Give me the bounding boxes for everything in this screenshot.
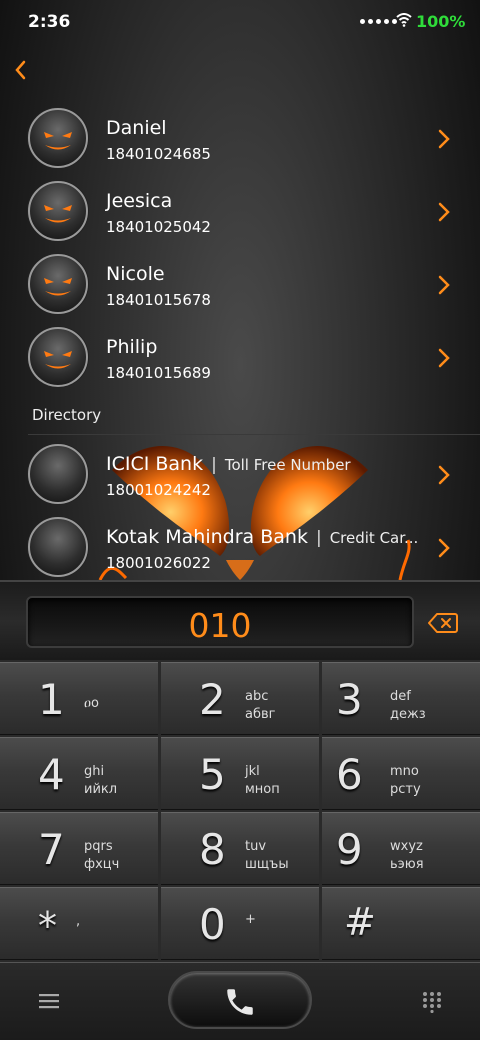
key-0[interactable]: 0 + <box>161 887 319 960</box>
chevron-right-icon[interactable] <box>436 536 452 560</box>
key-8[interactable]: 8 tuv шщъы <box>161 812 319 885</box>
chevron-right-icon[interactable] <box>436 273 452 297</box>
call-button[interactable] <box>168 971 312 1029</box>
key-letters-cyrillic: ьэюя <box>390 857 424 872</box>
status-bar: 2:36 100% <box>0 0 480 44</box>
chevron-right-icon[interactable] <box>436 127 452 151</box>
separator: | <box>211 455 217 475</box>
chevron-right-icon[interactable] <box>436 346 452 370</box>
key-letters: pqrs <box>84 839 113 854</box>
key-digit: 0 <box>199 900 226 949</box>
separator: | <box>315 528 322 548</box>
contact-number: 18401024685 <box>106 145 211 163</box>
chevron-left-icon[interactable] <box>10 56 30 84</box>
avatar <box>28 254 88 314</box>
chevron-right-icon[interactable] <box>436 200 452 224</box>
key-letters: ghi <box>84 764 105 779</box>
dialed-number: 010 <box>188 606 252 645</box>
business-name: ICICI Bank <box>106 453 204 475</box>
key-letters: wxyz <box>390 839 423 854</box>
menu-icon[interactable] <box>38 992 60 1010</box>
key-letters-cyrillic: фхцч <box>84 857 120 872</box>
key-digit: # <box>344 900 376 944</box>
contact-number: 18401025042 <box>106 218 211 236</box>
contact-row[interactable]: Nicole 18401015678 <box>0 246 480 318</box>
directory-entry-title: Kotak Mahindra Bank | Credit Car... <box>106 526 418 548</box>
key-digit: 8 <box>199 825 226 874</box>
dialpad: 1 ዐo 2 abc абвг 3 def дежз 4 ghi ийкл 5 … <box>0 660 480 962</box>
avatar <box>28 517 88 577</box>
key-9[interactable]: 9 wxyz ьэюя <box>322 812 480 885</box>
key-hash[interactable]: # <box>322 887 480 960</box>
key-letters-cyrillic: мноп <box>245 782 280 797</box>
directory-row[interactable]: Kotak Mahindra Bank | Credit Car... 180010… <box>0 509 480 580</box>
dialpad-icon[interactable] <box>421 991 443 1013</box>
bottom-action-bar <box>0 962 480 1040</box>
business-tag: Toll Free Number <box>224 456 351 474</box>
contact-number: 18401015678 <box>106 291 211 309</box>
divider <box>28 434 480 435</box>
contact-name: Philip <box>106 336 158 358</box>
business-tag: Credit Car... <box>329 529 419 547</box>
key-digit: 9 <box>336 825 363 874</box>
key-7[interactable]: 7 pqrs фхцч <box>0 812 158 885</box>
key-6[interactable]: 6 mno рсту <box>322 737 480 810</box>
dial-input-bar: 010 <box>0 580 480 660</box>
key-digit: 5 <box>199 750 226 799</box>
key-letters: def <box>390 689 411 704</box>
key-3[interactable]: 3 def дежз <box>322 662 480 735</box>
contact-name: Daniel <box>106 117 167 139</box>
key-letters: jkl <box>245 764 260 779</box>
business-number: 18001024242 <box>106 481 211 499</box>
contact-name: Jeesica <box>106 190 173 212</box>
key-digit: 6 <box>336 750 363 799</box>
directory-row[interactable]: ICICI Bank | Toll Free Number 18001024242 <box>0 436 480 508</box>
key-letters: tuv <box>245 839 267 854</box>
key-1[interactable]: 1 ዐo <box>0 662 158 735</box>
key-4[interactable]: 4 ghi ийкл <box>0 737 158 810</box>
key-5[interactable]: 5 jkl мноп <box>161 737 319 810</box>
business-name: Kotak Mahindra Bank <box>106 526 308 548</box>
directory-entry-title: ICICI Bank | Toll Free Number <box>106 453 351 475</box>
wifi-icon <box>396 13 412 27</box>
chevron-right-icon[interactable] <box>436 463 452 487</box>
contact-row[interactable]: Jeesica 18401025042 <box>0 173 480 245</box>
avatar <box>28 181 88 241</box>
key-digit: 4 <box>38 750 65 799</box>
key-letters: , <box>76 914 81 929</box>
contact-row[interactable]: Philip 18401015689 <box>0 319 480 391</box>
contact-list: Daniel 18401024685 Jeesica 18401025042 N… <box>0 100 480 580</box>
directory-header: Directory <box>32 406 102 424</box>
contact-row[interactable]: Daniel 18401024685 <box>0 100 480 172</box>
key-letters: + <box>245 912 256 927</box>
signal-icon <box>360 19 397 24</box>
backspace-icon[interactable] <box>428 612 458 634</box>
key-letters-cyrillic: ийкл <box>84 782 118 797</box>
key-letters-cyrillic: дежз <box>390 707 426 722</box>
contact-number: 18401015689 <box>106 364 211 382</box>
avatar <box>28 327 88 387</box>
dialed-number-field[interactable]: 010 <box>26 596 414 648</box>
contact-name: Nicole <box>106 263 165 285</box>
business-number: 18001026022 <box>106 554 211 572</box>
battery-level: 100% <box>416 12 466 31</box>
avatar <box>28 108 88 168</box>
key-digit: 1 <box>38 675 65 724</box>
key-star[interactable]: * , <box>0 887 158 960</box>
key-letters-cyrillic: рсту <box>390 782 421 797</box>
key-letters: ዐo <box>84 696 99 711</box>
status-time: 2:36 <box>28 12 71 32</box>
key-letters-cyrillic: абвг <box>245 707 276 722</box>
key-letters-cyrillic: шщъы <box>245 857 289 872</box>
key-letters: abc <box>245 689 269 704</box>
phone-icon <box>227 989 253 1015</box>
key-letters: mno <box>390 764 419 779</box>
key-digit: * <box>38 904 57 948</box>
key-digit: 2 <box>199 675 226 724</box>
key-digit: 7 <box>38 825 65 874</box>
avatar <box>28 444 88 504</box>
key-digit: 3 <box>336 675 363 724</box>
key-2[interactable]: 2 abc абвг <box>161 662 319 735</box>
